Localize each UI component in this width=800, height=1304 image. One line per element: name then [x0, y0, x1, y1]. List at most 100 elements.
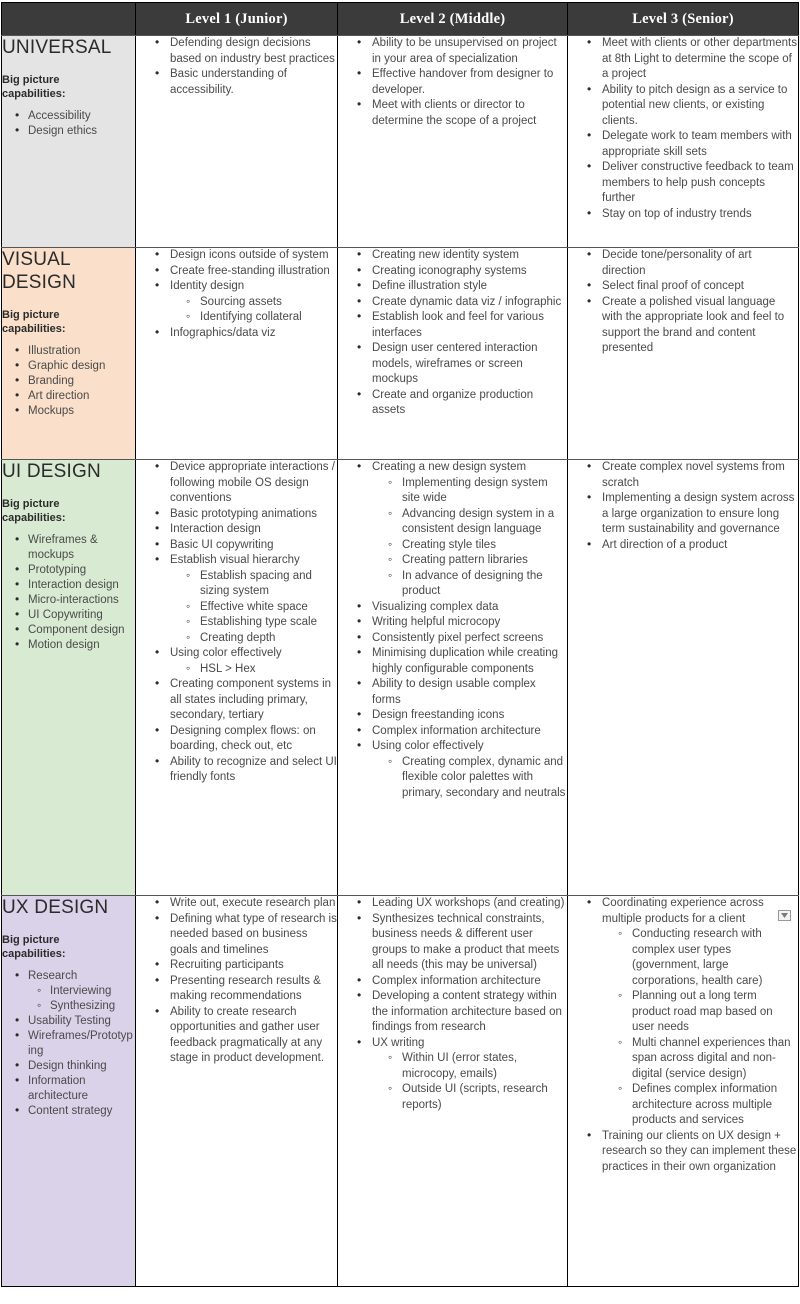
- list-item: Create complex novel systems from scratc…: [587, 459, 798, 491]
- list-item-label: Effective handover from designer to deve…: [372, 68, 554, 96]
- list-item-label: Training our clients on UX design + rese…: [602, 1129, 797, 1173]
- list-item-label: Ability to pitch design as a service to …: [602, 83, 788, 127]
- list-item-label: Establish spacing and sizing system: [200, 569, 312, 598]
- list-item-label: Select final proof of concept: [602, 280, 744, 292]
- list-item: Conducting research with complex user ty…: [618, 926, 798, 989]
- list-item: Sourcing assets: [186, 294, 337, 311]
- list-item-label: Meet with clients or director to determi…: [372, 99, 537, 127]
- list-item-label: Multi channel experiences than span acro…: [632, 1036, 791, 1080]
- capabilities-list: Illustration Graphic design Branding Art di…: [2, 343, 135, 419]
- list-item-label: Create dynamic data viz / infographic: [372, 295, 562, 308]
- list-item-label: Basic understanding of accessibility.: [170, 68, 287, 96]
- table-row: VISUAL DESIGN Big picturecapabilities: Ill…: [1, 247, 799, 460]
- list-item-label: Creating depth: [200, 631, 276, 644]
- list-item-label: Component design: [28, 624, 125, 636]
- list-item: Establish look and feel for various inte…: [357, 309, 567, 341]
- list-item: Meet with clients or director to determi…: [357, 97, 567, 129]
- list-item-label: Design icons outside of system: [170, 249, 329, 261]
- list-item: Outside UI (scripts, research reports): [388, 1081, 567, 1113]
- list-item-label: Implementing a design system across a la…: [602, 492, 795, 535]
- list-item: Training our clients on UX design + rese…: [587, 1128, 798, 1176]
- list-item-label: Deliver constructive feedback to team me…: [602, 161, 794, 204]
- list-item: Writing helpful microcopy: [357, 614, 567, 631]
- category-title: UNIVERSAL: [2, 37, 112, 58]
- list-item: Leading UX workshops (and creating): [357, 895, 567, 912]
- list-item: Establish visual hierarchy Establish spac…: [155, 552, 337, 647]
- table-body: UNIVERSAL Big picturecapabilities: Accessi…: [1, 35, 799, 1287]
- list-item-label: Ability to design usable complex forms: [372, 678, 536, 706]
- list-item-label: Graphic design: [28, 360, 106, 372]
- list-item-label: Synthesizing: [50, 1000, 116, 1012]
- list-item-label: Accessibility: [28, 110, 91, 122]
- list-item: Deliver constructive feedback to team me…: [587, 159, 798, 207]
- list-item-label: Outside UI (scripts, research reports): [402, 1083, 548, 1111]
- list-item-label: Visualizing complex data: [372, 600, 499, 613]
- category-cell-universal: UNIVERSAL Big picturecapabilities: Accessi…: [1, 35, 136, 248]
- list-item-label: Creating style tiles: [402, 538, 496, 551]
- chevron-down-icon[interactable]: [778, 910, 791, 921]
- list-item-label: Conducting research with complex user ty…: [632, 928, 763, 987]
- list-item: Developing a content strategy within the…: [357, 988, 567, 1036]
- cell-ux-design-level-1: Write out, execute research plan Defining…: [135, 895, 338, 1287]
- list-item: Research Interviewing Synthesizing: [15, 968, 135, 1014]
- list-item-label: Motion design: [28, 639, 100, 651]
- list-item-label: Device appropriate interactions / follow…: [170, 461, 335, 504]
- list-item: Presenting research results & making rec…: [155, 973, 337, 1005]
- list-item-label: Wireframes & mockups: [28, 534, 98, 561]
- capabilities-heading: Big picture capabilities:: [2, 498, 66, 524]
- list-item-label: In advance of designing the product: [402, 569, 543, 598]
- list-item-label: Complex information architecture: [372, 974, 541, 987]
- list-item: Create free-standing illustration: [155, 263, 337, 280]
- list-item: Multi channel experiences than span acro…: [618, 1035, 798, 1083]
- table-row: UI DESIGN Big picturecapabilities: Wirefra…: [1, 459, 799, 896]
- list-item: Content strategy: [15, 1103, 135, 1119]
- skills-list: Creating a new design system Implementing…: [338, 459, 567, 801]
- list-item-label: Coordinating experience across multiple …: [602, 897, 764, 925]
- list-item: Device appropriate interactions / follow…: [155, 459, 337, 507]
- list-item-label: Minimising duplication while creating hi…: [372, 647, 559, 675]
- list-item-label: Designing complex flows: on boarding, ch…: [170, 724, 316, 753]
- list-item-label: Prototyping: [28, 564, 87, 576]
- list-item-label: Establish visual hierarchy: [170, 554, 300, 566]
- list-item: Synthesizes technical constraints, busin…: [357, 911, 567, 974]
- cell-ui-design-level-2: Creating a new design system Implementing…: [337, 459, 568, 896]
- list-item-label: UX writing: [372, 1036, 425, 1049]
- list-item: Interviewing: [37, 983, 135, 999]
- list-item-label: Interviewing: [50, 985, 112, 997]
- list-item: Creating new identity system: [357, 247, 567, 264]
- list-item-label: Creating complex, dynamic and flexible c…: [402, 755, 566, 799]
- cell-universal-level-2: Ability to be unsupervised on project in…: [337, 35, 568, 248]
- list-item: Creating component systems in all states…: [155, 676, 337, 724]
- skills-list: Leading UX workshops (and creating) Synth…: [338, 895, 567, 1114]
- list-item: Design ethics: [15, 123, 135, 139]
- list-item: Create dynamic data viz / infographic: [357, 294, 567, 311]
- list-item: Defending design decisions based on indu…: [155, 35, 337, 67]
- list-item: Basic prototyping animations: [155, 506, 337, 523]
- list-item-label: Establishing type scale: [200, 616, 317, 628]
- skills-matrix-sheet: Level 1 (Junior) Level 2 (Middle) Level …: [0, 2, 800, 1304]
- list-item-label: Ability to create research opportunities…: [170, 1005, 325, 1065]
- skills-list: Creating new identity system Creating ico…: [338, 247, 567, 419]
- list-item: Design user centered interaction models,…: [357, 340, 567, 388]
- capabilities-list: Wireframes & mockups Prototyping Interacti…: [2, 532, 135, 653]
- list-item: Establish spacing and sizing system: [186, 568, 337, 600]
- list-item-label: Research: [28, 970, 78, 982]
- capabilities-heading: Big picture capabilities:: [2, 74, 66, 100]
- skills-list: Write out, execute research plan Defining…: [136, 895, 337, 1067]
- list-item-label: Micro-interactions: [28, 594, 119, 606]
- list-item: Planning out a long term product road ma…: [618, 988, 798, 1036]
- list-item: Design thinking: [15, 1058, 135, 1074]
- list-item: Mockups: [15, 403, 135, 419]
- list-item-label: Wireframes/Prototyping: [28, 1030, 133, 1057]
- list-item: UX writing Within UI (error states, micro…: [357, 1035, 567, 1114]
- list-item: Creating depth: [186, 630, 337, 647]
- list-item-label: Synthesizes technical constraints, busin…: [372, 912, 560, 972]
- header-row: Level 1 (Junior) Level 2 (Middle) Level …: [1, 2, 799, 36]
- cell-ux-design-level-3: Coordinating experience across multiple …: [567, 895, 799, 1287]
- list-item: Using color effectively HSL > Hex: [155, 645, 337, 677]
- cell-visual-design-level-3: Decide tone/personality of art direction…: [567, 247, 799, 460]
- list-item-label: Defending design decisions based on indu…: [170, 37, 335, 65]
- list-item-label: Delegate work to team members with appro…: [602, 130, 792, 158]
- list-item: Interaction design: [155, 521, 337, 538]
- list-item: Wireframes/Prototyping: [15, 1028, 135, 1059]
